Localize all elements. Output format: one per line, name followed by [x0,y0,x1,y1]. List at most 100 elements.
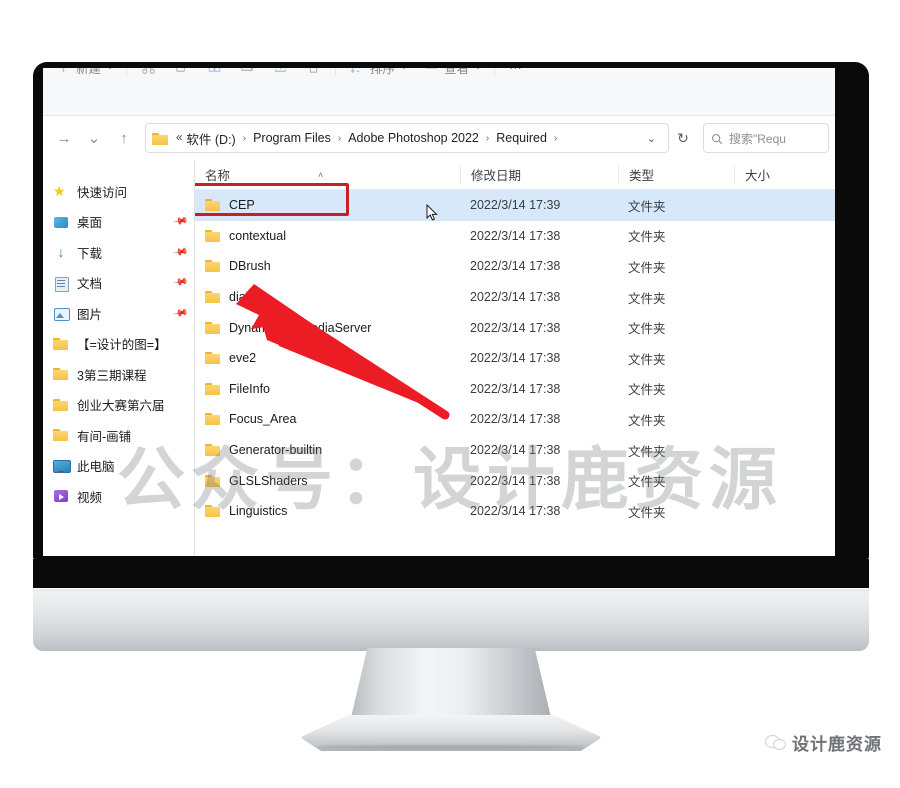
file-date-cell: 2022/3/14 17:38 [470,504,561,519]
search-placeholder: 搜索"Requ [729,131,786,146]
search-box[interactable]: 搜索"Requ [703,123,829,153]
pin-icon: 📌 [171,274,189,291]
breadcrumb-dropdown-icon[interactable]: ⌄ [641,132,662,145]
sort-button[interactable]: 排序 ▾ [341,68,415,82]
file-type-cell: 文件夹 [628,291,666,306]
file-type-cell: 文件夹 [628,199,666,214]
file-name-cell: FileInfo [205,381,460,397]
column-header-type[interactable]: 类型 [618,165,734,184]
cut-button[interactable] [132,68,165,82]
folder-icon [205,503,221,519]
sidebar-item-documents[interactable]: 文档 📌 [43,268,194,299]
sidebar-item-this-pc[interactable]: 此电脑 [43,451,194,482]
table-row[interactable]: GLSLShaders 2022/3/14 17:38 文件夹 [195,465,835,496]
recent-locations-button[interactable]: ⌄ [79,123,109,153]
sidebar-item-design-images[interactable]: 【=设计的图=】 [43,329,194,360]
copy-button[interactable] [165,68,198,82]
file-name-label: Focus_Area [229,412,297,427]
delete-button[interactable] [297,68,330,82]
watermark-footer: 设计鹿资源 [765,730,882,755]
file-name-label: Linguistics [229,504,288,519]
file-date-cell: 2022/3/14 17:38 [470,443,561,458]
folder-icon [205,320,221,336]
copy-icon [174,68,189,75]
file-type-cell: 文件夹 [628,230,666,245]
rename-button[interactable] [231,68,264,82]
sidebar-item-label: 视频 [77,490,103,505]
breadcrumb[interactable]: « 软件 (D:) › Program Files › Adobe Photos… [145,123,669,153]
column-header-name[interactable]: 名称 ˄ [205,165,460,184]
file-name-cell: Generator-builtin [205,442,460,458]
file-date-cell: 2022/3/14 17:39 [470,198,561,213]
sidebar-item-label: 此电脑 [77,460,115,475]
sidebar-item-third-course[interactable]: 3第三期课程 [43,359,194,390]
sidebar-item-desktop[interactable]: 桌面 📌 [43,207,194,238]
breadcrumb-item-0[interactable]: 软件 (D:) [186,129,235,148]
search-icon [711,132,723,145]
sidebar-item-downloads[interactable]: ↓ 下载 📌 [43,237,194,268]
share-icon [273,68,288,75]
more-options-button[interactable]: ⋯ [500,68,531,82]
breadcrumb-separator: › [242,132,247,144]
sort-ascending-icon: ˄ [318,169,324,180]
breadcrumb-item-3[interactable]: Required [496,131,547,145]
table-row[interactable]: DBrush 2022/3/14 17:38 文件夹 [195,251,835,282]
sidebar-item-quick-access[interactable]: ★ 快速访问 [43,176,194,207]
table-row[interactable]: Focus_Area 2022/3/14 17:38 文件夹 [195,404,835,435]
file-name-label: contextual [229,228,286,243]
table-row[interactable]: DynamicLinkMediaServer 2022/3/14 17:38 文件夹 [195,312,835,343]
file-date-cell: 2022/3/14 17:38 [470,320,561,335]
monitor-bezel-bottom [33,559,869,588]
table-row[interactable]: FileInfo 2022/3/14 17:38 文件夹 [195,374,835,405]
paste-button[interactable] [198,68,231,82]
refresh-button[interactable]: ↻ [669,124,697,152]
sort-button-label: 排序 [370,68,396,76]
column-header-date[interactable]: 修改日期 [460,165,618,184]
file-name-label: eve2 [229,351,257,366]
forward-button[interactable]: → [49,123,79,153]
more-options-label: ⋯ [509,68,522,75]
file-name-label: Generator-builtin [229,443,323,458]
breadcrumb-overflow[interactable]: « [176,132,182,144]
monitor-stand-base [300,715,602,751]
view-button[interactable]: 查看 ▾ [415,68,489,82]
new-button[interactable]: 新建 ▾ [47,68,121,82]
file-type-cell: 文件夹 [628,505,666,520]
up-button[interactable]: ↑ [109,123,139,153]
navigation-pane: ★ 快速访问 桌面 📌 ↓ 下载 📌 文档 📌 图片 📌 【=设计的图=】 3第… [43,160,194,556]
file-name-cell: GLSLShaders [205,473,460,489]
column-header-size[interactable]: 大小 [734,165,834,184]
breadcrumb-item-2[interactable]: Adobe Photoshop 2022 [348,131,479,145]
explorer-toolbar: 新建 ▾ [43,68,835,116]
table-row[interactable]: Linguistics 2022/3/14 17:38 文件夹 [195,496,835,527]
folder-icon [205,228,221,244]
table-row[interactable]: dial 2022/3/14 17:38 文件夹 [195,282,835,313]
sidebar-item-videos[interactable]: 视频 [43,481,194,512]
sidebar-item-youjian-huapu[interactable]: 有间-画铺 [43,420,194,451]
file-type-cell: 文件夹 [628,413,666,428]
sidebar-item-label: 【=设计的图=】 [77,338,167,353]
folder-icon [205,289,221,305]
folder-icon [53,397,69,413]
table-row[interactable]: eve2 2022/3/14 17:38 文件夹 [195,343,835,374]
chevron-down-icon-sort: ▾ [402,68,406,72]
table-row[interactable]: contextual 2022/3/14 17:38 文件夹 [195,221,835,252]
sidebar-item-label: 快速访问 [77,185,128,200]
file-type-cell: 文件夹 [628,322,666,337]
file-type-cell: 文件夹 [628,260,666,275]
table-row[interactable]: CEP 2022/3/14 17:39 文件夹 [195,183,835,221]
chevron-down-icon: ▾ [108,68,112,72]
sidebar-item-label: 3第三期课程 [77,368,147,383]
table-row[interactable]: Generator-builtin 2022/3/14 17:38 文件夹 [195,435,835,466]
breadcrumb-item-1[interactable]: Program Files [253,131,331,145]
file-date-cell: 2022/3/14 17:38 [470,381,561,396]
watermark-footer-text: 设计鹿资源 [792,735,882,755]
breadcrumb-separator-3: › [485,132,490,144]
file-name-label: CEP [229,198,255,213]
folder-icon [205,473,221,489]
file-date-cell: 2022/3/14 17:38 [470,412,561,427]
share-button[interactable] [264,68,297,82]
sidebar-item-startup-contest[interactable]: 创业大赛第六届 [43,390,194,421]
file-name-label: FileInfo [229,381,270,396]
sidebar-item-pictures[interactable]: 图片 📌 [43,298,194,329]
